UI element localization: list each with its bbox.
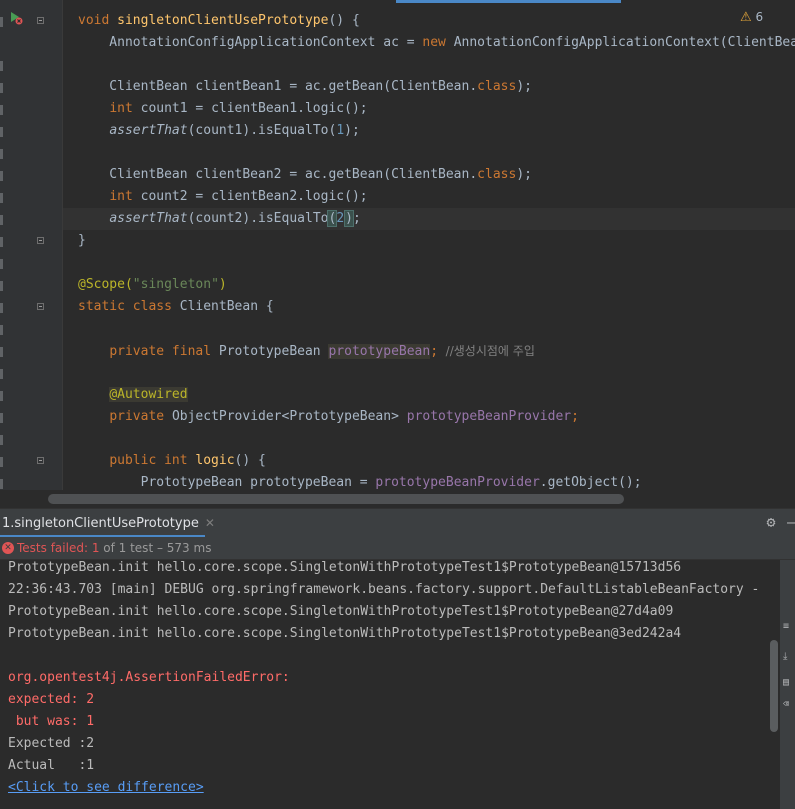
code-line-current[interactable]: assertThat(count2).isEqualTo(2); <box>78 208 361 230</box>
gutter-divider <box>62 0 63 508</box>
line-marker <box>0 391 3 401</box>
gear-icon[interactable]: ⚙ <box>763 514 779 530</box>
clear-icon[interactable]: ⌫ <box>783 700 793 710</box>
line-marker <box>0 149 3 159</box>
warnings-indicator[interactable]: ⚠ 6 <box>740 10 763 25</box>
code-line[interactable]: ClientBean clientBean1 = ac.getBean(Clie… <box>78 76 532 98</box>
line-marker <box>0 369 3 379</box>
console-line: PrototypeBean.init hello.core.scope.Sing… <box>8 560 682 575</box>
code-line[interactable]: } <box>78 230 86 252</box>
console-toolbar: ≡ ⤓ ▤ ⌫ <box>780 560 795 809</box>
line-marker <box>0 237 3 247</box>
line-marker <box>0 215 3 225</box>
close-icon[interactable]: ✕ <box>205 516 215 530</box>
code-line[interactable]: static class ClientBean { <box>78 296 274 318</box>
line-marker <box>0 325 3 335</box>
run-test-icon[interactable] <box>9 11 23 25</box>
test-status-text: Tests failed: 1 of 1 test – 573 ms <box>17 541 212 555</box>
line-marker <box>0 171 3 181</box>
editor-gutter <box>0 0 62 508</box>
code-line[interactable]: assertThat(count1).isEqualTo(1); <box>78 120 359 142</box>
editor-scroll-indicator <box>396 0 621 3</box>
fold-toggle-icon[interactable] <box>37 17 44 24</box>
error-line: but was: 1 <box>8 714 95 729</box>
line-marker <box>0 259 3 269</box>
minimize-icon[interactable]: – <box>787 514 795 530</box>
fold-toggle-icon[interactable] <box>37 237 44 244</box>
scroll-to-end-icon[interactable]: ⤓ <box>783 652 793 662</box>
code-line[interactable]: private final PrototypeBean prototypeBea… <box>78 340 535 362</box>
line-marker <box>0 105 3 115</box>
code-line[interactable]: @Autowired <box>78 384 188 406</box>
line-marker <box>0 193 3 203</box>
see-difference-link[interactable]: <Click to see difference> <box>8 777 204 799</box>
code-line[interactable]: private ObjectProvider<PrototypeBean> pr… <box>78 406 579 428</box>
code-editor[interactable]: void singletonClientUsePrototype() { Ann… <box>0 0 795 508</box>
line-marker <box>0 303 3 313</box>
line-marker <box>0 479 3 489</box>
code-line[interactable]: ClientBean clientBean2 = ac.getBean(Clie… <box>78 164 532 186</box>
line-marker <box>0 83 3 93</box>
line-marker <box>0 281 3 291</box>
line-marker <box>0 61 3 71</box>
console-line: 22:36:43.703 [main] DEBUG org.springfram… <box>8 582 760 597</box>
code-line[interactable]: void singletonClientUsePrototype() { <box>78 10 360 32</box>
console-scrollbar[interactable] <box>770 640 778 732</box>
console-line: PrototypeBean.init hello.core.scope.Sing… <box>8 626 682 641</box>
console-line: Expected :2 <box>8 736 95 751</box>
line-marker <box>0 457 3 467</box>
test-status-bar: ✕ Tests failed: 1 of 1 test – 573 ms <box>0 537 795 560</box>
error-line: expected: 2 <box>8 692 95 707</box>
error-line: org.opentest4j.AssertionFailedError: <box>8 670 290 685</box>
code-line[interactable]: public int logic() { <box>78 450 266 472</box>
line-marker <box>0 347 3 357</box>
line-marker <box>0 127 3 137</box>
line-marker <box>0 435 3 445</box>
console-line: Actual :1 <box>8 758 95 773</box>
code-line[interactable]: @Scope("singleton") <box>78 274 227 296</box>
warning-icon: ⚠ <box>740 10 752 25</box>
line-marker <box>0 17 3 27</box>
fold-toggle-icon[interactable] <box>37 457 44 464</box>
console-line: PrototypeBean.init hello.core.scope.Sing… <box>8 604 674 619</box>
console-output[interactable]: PrototypeBean.init hello.core.scope.Sing… <box>0 560 765 809</box>
line-marker <box>0 413 3 423</box>
code-line[interactable]: AnnotationConfigApplicationContext ac = … <box>78 32 795 54</box>
run-tool-window-tabs: 1.singletonClientUsePrototype✕ ⚙ – <box>0 508 795 537</box>
horizontal-scrollbar[interactable] <box>48 494 624 504</box>
code-line[interactable]: int count2 = clientBean2.logic(); <box>78 186 367 208</box>
code-line[interactable]: int count1 = clientBean1.logic(); <box>78 98 367 120</box>
print-icon[interactable]: ▤ <box>783 678 793 688</box>
test-failed-icon: ✕ <box>2 542 14 554</box>
run-tab[interactable]: 1.singletonClientUsePrototype ✕ <box>0 509 215 537</box>
soft-wrap-icon[interactable]: ≡ <box>783 622 793 632</box>
fold-toggle-icon[interactable] <box>37 303 44 310</box>
